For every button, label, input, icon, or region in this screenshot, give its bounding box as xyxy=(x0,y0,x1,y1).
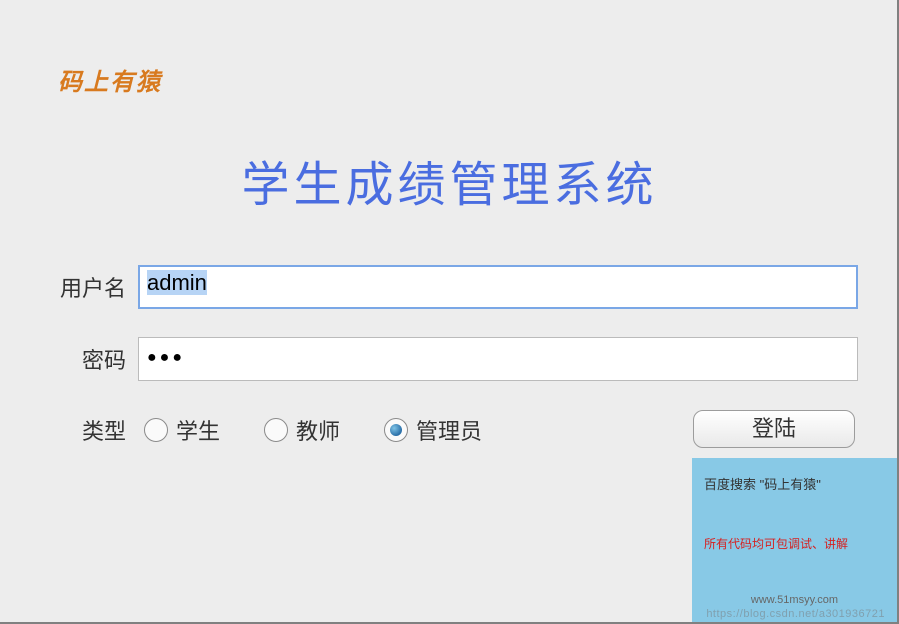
radio-label: 管理员 xyxy=(416,414,482,446)
password-input[interactable]: ●●● xyxy=(138,337,858,381)
type-label: 类型 xyxy=(38,414,126,446)
username-input[interactable]: admin xyxy=(138,265,858,309)
radio-student[interactable]: 学生 xyxy=(144,414,220,446)
username-row: 用户名 admin xyxy=(38,265,858,309)
radio-icon xyxy=(384,418,408,442)
username-label: 用户名 xyxy=(38,271,126,303)
type-row: 类型 学生 教师 管理员 xyxy=(38,414,482,446)
password-label: 密码 xyxy=(38,343,126,375)
radio-teacher[interactable]: 教师 xyxy=(264,414,340,446)
watermark: https://blog.csdn.net/a301936721 xyxy=(706,608,885,620)
brand-title: 码上有猿 xyxy=(58,62,162,97)
radio-label: 学生 xyxy=(176,414,220,446)
radio-icon xyxy=(264,418,288,442)
app-title: 学生成绩管理系统 xyxy=(0,145,899,215)
radio-admin[interactable]: 管理员 xyxy=(384,414,482,446)
login-button[interactable]: 登陆 xyxy=(693,410,855,448)
radio-label: 教师 xyxy=(296,414,340,446)
promo-line-2: 所有代码均可包调试、讲解 xyxy=(704,535,885,552)
radio-icon xyxy=(144,418,168,442)
promo-line-3: www.51msyy.com xyxy=(704,594,885,606)
password-row: 密码 ●●● xyxy=(38,337,858,381)
promo-box: 百度搜索 "码上有猿" 所有代码均可包调试、讲解 www.51msyy.com xyxy=(692,458,897,622)
type-radio-group: 学生 教师 管理员 xyxy=(144,414,482,446)
promo-line-1: 百度搜索 "码上有猿" xyxy=(704,474,885,493)
